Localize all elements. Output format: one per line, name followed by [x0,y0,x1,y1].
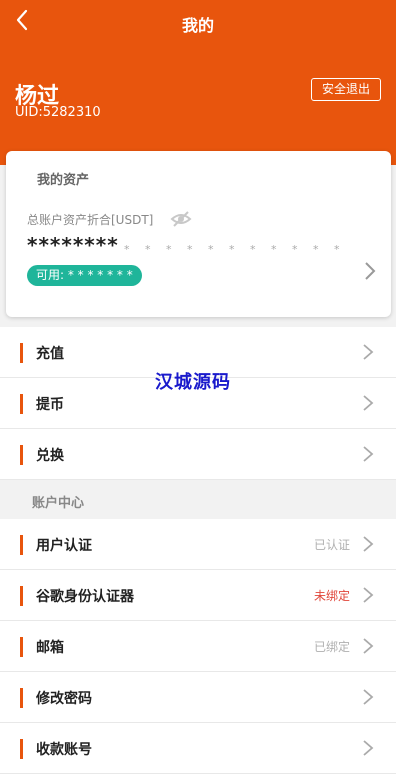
chevron-right-icon[interactable] [361,259,379,283]
accent-bar [20,445,23,465]
accent-bar [20,343,23,363]
status-text: 未绑定 [313,589,350,603]
section-title: 账户中心 [32,496,85,511]
menu-item-label: 谷歌身份认证器 [36,589,134,605]
menu-item-google-authenticator[interactable]: 谷歌身份认证器 未绑定 [0,570,396,621]
page-title: 我的 [181,16,214,35]
menu-item-label: 提币 [36,397,64,413]
menu-item-exchange[interactable]: 兑换 [0,429,396,480]
total-assets-sub-value: * * * * * * * * * * * [124,243,346,256]
total-assets-label: 总账户资产折合[USDT] [27,213,154,227]
assets-title: 我的资产 [37,173,90,188]
accent-bar [20,535,23,555]
menu-item-label: 修改密码 [36,691,92,707]
status-text: 已绑定 [313,640,350,654]
menu-item-label: 邮箱 [36,640,64,656]
status-text: 已认证 [313,538,350,552]
menu-item-change-password[interactable]: 修改密码 [0,672,396,723]
accent-bar [20,637,23,657]
assets-card[interactable]: 我的资产 总账户资产折合[USDT] ******** * * * * * * … [6,151,391,317]
accent-bar [20,739,23,759]
available-balance-badge: 可用: * * * * * * * [27,265,142,286]
chevron-right-icon [361,635,375,657]
accent-bar [20,394,23,414]
watermark: 汉城源码 [155,372,231,393]
chevron-right-icon [361,533,375,555]
menu-item-label: 充值 [36,346,64,362]
chevron-right-icon [361,584,375,606]
menu-item-user-verification[interactable]: 用户认证 已认证 [0,519,396,570]
menu-item-label: 兑换 [36,448,64,464]
total-assets-value: ******** [27,233,119,257]
chevron-right-icon [361,737,375,759]
user-uid: UID:5282310 [15,105,101,120]
chevron-right-icon [361,392,375,414]
chevron-right-icon [361,341,375,363]
menu-item-label: 收款账号 [36,742,92,758]
menu-item-payment-account[interactable]: 收款账号 [0,723,396,774]
accent-bar [20,688,23,708]
logout-button[interactable]: 安全退出 [311,78,381,101]
accent-bar [20,586,23,606]
profile-header: 我的 杨过 UID:5282310 安全退出 [0,0,396,165]
menu-item-email[interactable]: 邮箱 已绑定 [0,621,396,672]
section-header-account: 账户中心 [0,480,396,519]
chevron-right-icon [361,686,375,708]
chevron-right-icon [361,443,375,465]
hide-balance-eye-icon[interactable] [170,208,192,230]
menu-item-label: 用户认证 [36,538,92,554]
